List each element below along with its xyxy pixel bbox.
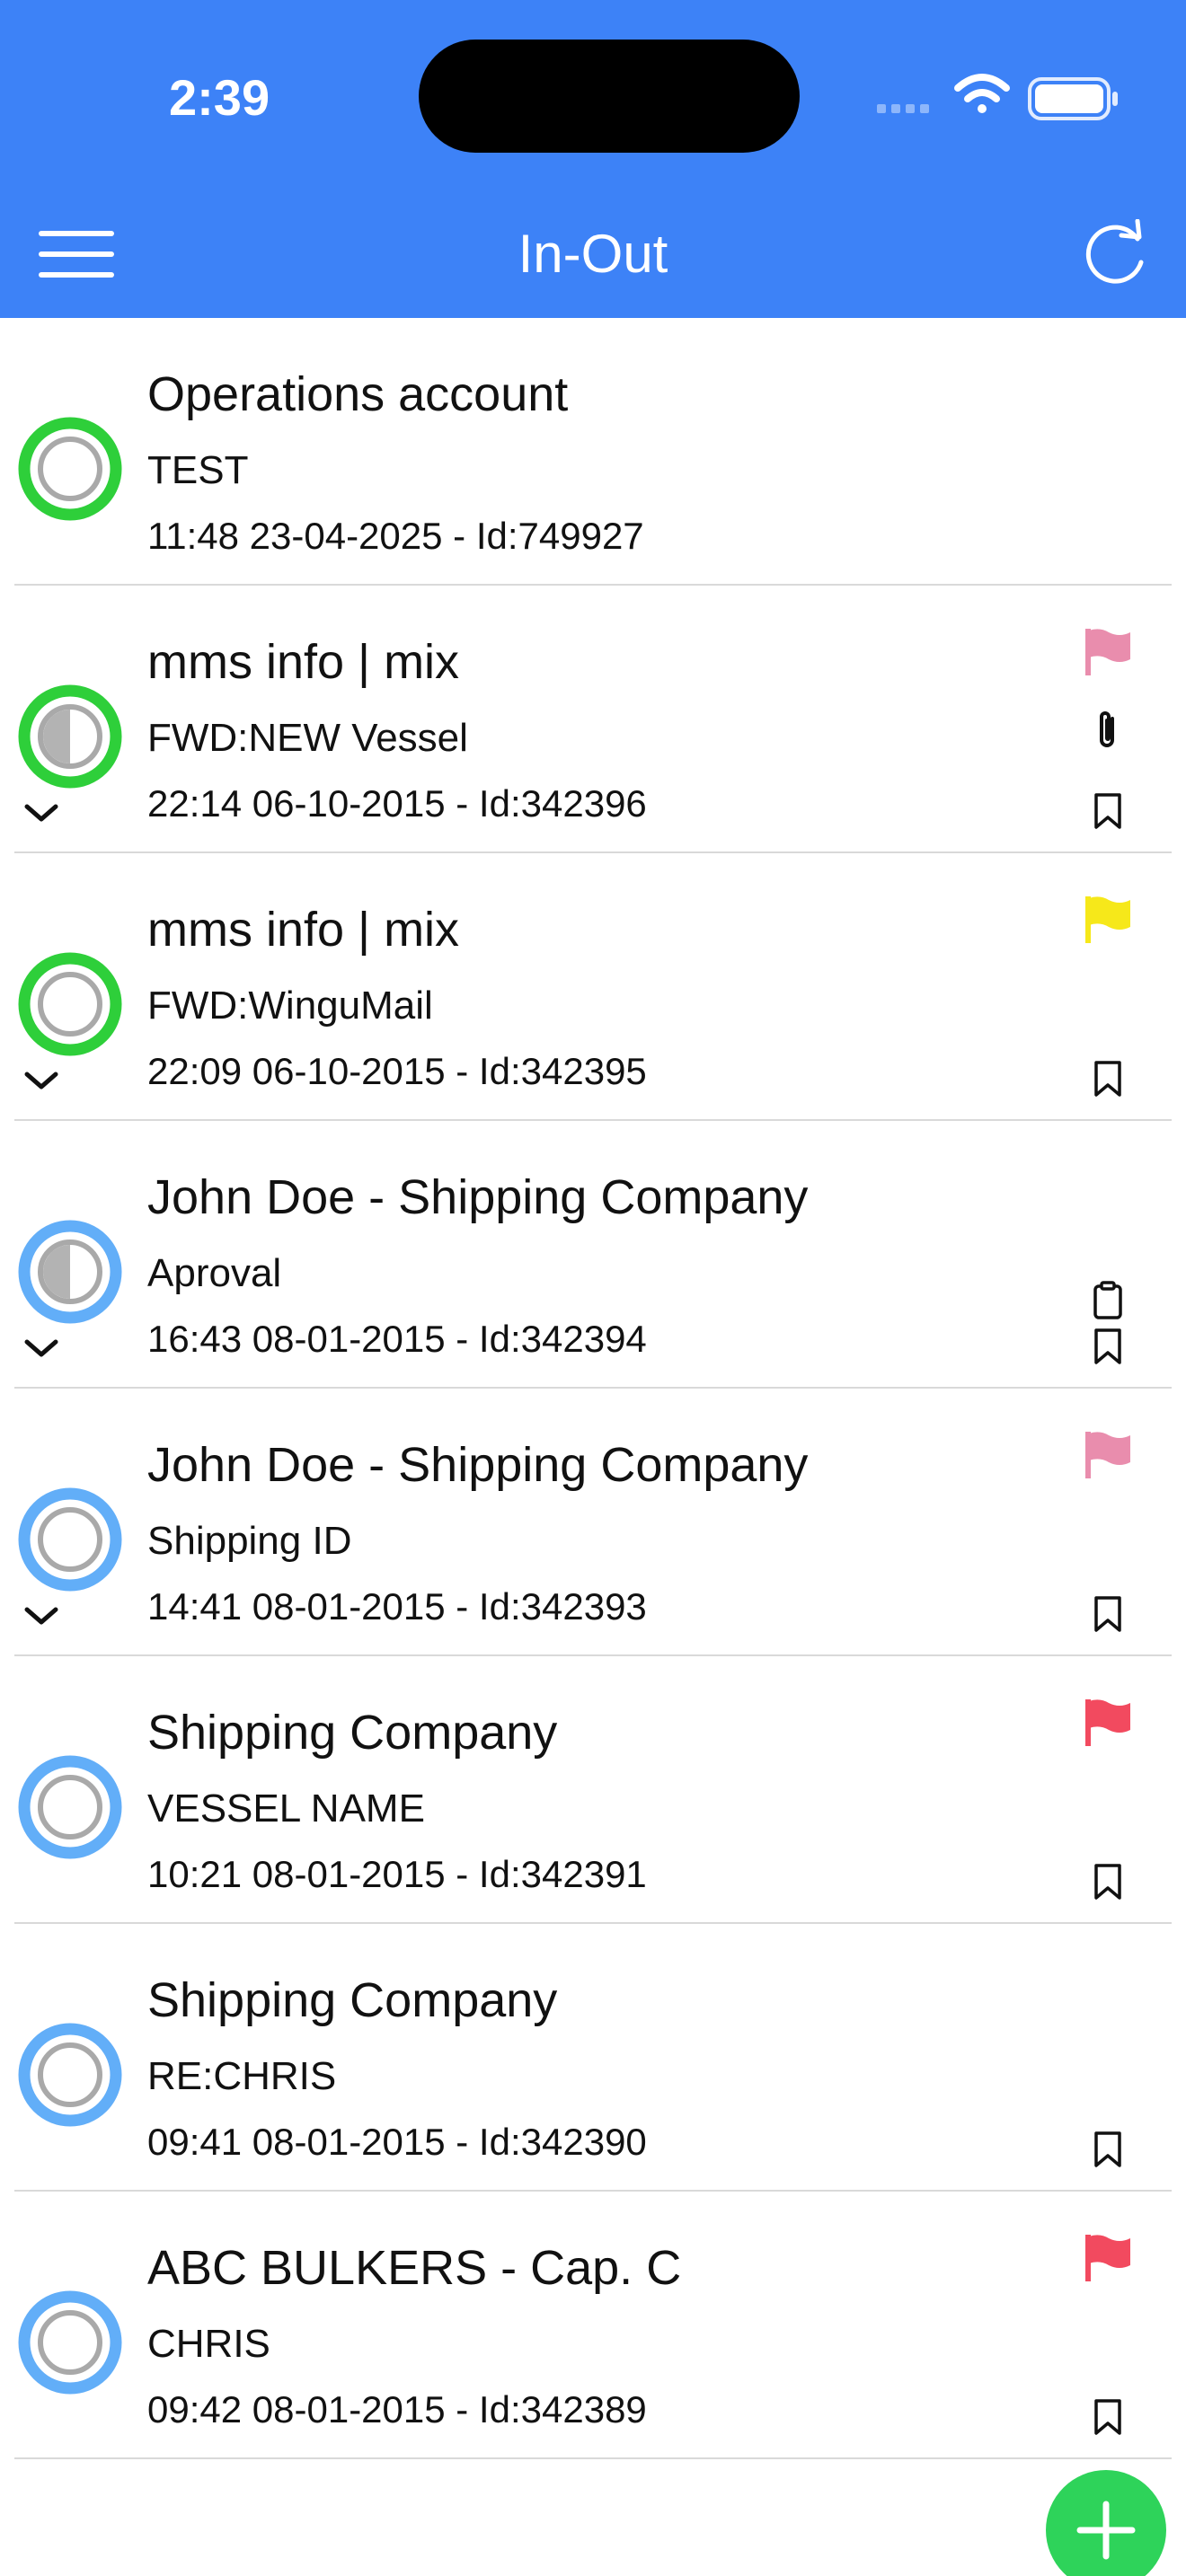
item-title: John Doe - Shipping Company (147, 1170, 809, 1224)
item-title: Operations account (147, 367, 569, 421)
status-ring-icon (18, 2290, 122, 2395)
item-meta: 09:41 08-01-2015 - Id:342390 (147, 2121, 647, 2163)
status-ring-icon (18, 684, 122, 789)
item-meta: 22:14 06-10-2015 - Id:342396 (147, 782, 647, 825)
list-item[interactable]: ABC BULKERS - Cap. C CHRIS 09:42 08-01-201… (0, 2192, 1186, 2459)
status-ring-icon (18, 1487, 122, 1592)
compose-button[interactable] (1046, 2470, 1166, 2576)
plus-icon (1076, 2501, 1136, 2560)
list-item[interactable]: Shipping Company VESSEL NAME 10:21 08-01-2… (0, 1656, 1186, 1924)
refresh-icon (1085, 219, 1144, 284)
bookmark-icon[interactable] (1093, 1328, 1122, 1365)
item-meta: 16:43 08-01-2015 - Id:342394 (147, 1318, 647, 1360)
bookmark-icon[interactable] (1093, 1863, 1122, 1901)
item-meta: 09:42 08-01-2015 - Id:342389 (147, 2388, 647, 2430)
flag-icon[interactable] (1084, 629, 1132, 675)
bookmark-icon[interactable] (1093, 2398, 1122, 2436)
item-title: Shipping Company (147, 1706, 558, 1760)
item-meta: 14:41 08-01-2015 - Id:342393 (147, 1585, 647, 1628)
chevron-down-icon[interactable] (23, 1337, 59, 1360)
item-meta: 10:21 08-01-2015 - Id:342391 (147, 1853, 647, 1895)
item-subject: FWD:NEW Vessel (147, 716, 468, 760)
item-meta: 22:09 06-10-2015 - Id:342395 (147, 1050, 647, 1092)
item-title: ABC BULKERS - Cap. C (147, 2241, 682, 2295)
list-item[interactable]: Shipping Company RE:CHRIS 09:41 08-01-2015… (0, 1924, 1186, 2192)
cellular-signal-icon (877, 104, 929, 113)
paperclip-icon (1100, 711, 1114, 747)
chevron-down-icon[interactable] (23, 1604, 59, 1628)
list-item[interactable]: Operations account TEST 11:48 23-04-2025 -… (0, 318, 1186, 586)
item-subject: Aproval (147, 1251, 282, 1295)
bookmark-icon[interactable] (1093, 1595, 1122, 1633)
item-title: Shipping Company (147, 1973, 558, 2027)
page-title: In-Out (518, 224, 668, 284)
row-divider (14, 2457, 1172, 2459)
list-item[interactable]: mms info | mix FWD:WinguMail 22:09 06-10-2… (0, 853, 1186, 1121)
app-screen: 2:39 In-Out Operations account TEST 11:4… (0, 0, 1186, 2576)
bookmark-icon[interactable] (1093, 2130, 1122, 2168)
chevron-down-icon[interactable] (23, 801, 59, 825)
status-ring-icon (18, 2023, 122, 2127)
flag-icon[interactable] (1084, 896, 1132, 943)
item-title: mms info | mix (147, 635, 460, 689)
item-subject: RE:CHRIS (147, 2054, 337, 2098)
status-ring-icon (18, 1755, 122, 1859)
item-subject: FWD:WinguMail (147, 984, 433, 1028)
nav-header: 2:39 In-Out (0, 0, 1186, 318)
bookmark-icon[interactable] (1093, 1060, 1122, 1098)
flag-icon[interactable] (1084, 1699, 1132, 1746)
flag-icon[interactable] (1084, 2235, 1132, 2281)
wifi-icon (954, 74, 1010, 113)
bookmark-icon[interactable] (1093, 792, 1122, 830)
list-item[interactable]: John Doe - Shipping Company Aproval 16:43 … (0, 1121, 1186, 1389)
status-ring-icon (18, 417, 122, 521)
status-ring-icon (18, 952, 122, 1056)
item-meta: 11:48 23-04-2025 - Id:749927 (147, 515, 644, 557)
list-item[interactable]: John Doe - Shipping Company Shipping ID 14… (0, 1389, 1186, 1656)
item-subject: VESSEL NAME (147, 1786, 425, 1831)
status-icons (877, 74, 1118, 120)
flag-icon[interactable] (1084, 1432, 1132, 1478)
message-list: Operations account TEST 11:48 23-04-2025 -… (0, 318, 1186, 2459)
item-subject: Shipping ID (147, 1519, 352, 1563)
item-subject: TEST (147, 448, 249, 492)
item-subject: CHRIS (147, 2322, 270, 2366)
item-title: mms info | mix (147, 903, 460, 957)
item-title: John Doe - Shipping Company (147, 1438, 809, 1492)
chevron-down-icon[interactable] (23, 1069, 59, 1092)
status-ring-icon (18, 1220, 122, 1324)
battery-icon (1028, 77, 1118, 120)
clipboard-icon (1093, 1281, 1122, 1319)
list-item[interactable]: mms info | mix FWD:NEW Vessel 22:14 06-10-… (0, 586, 1186, 853)
refresh-button[interactable] (1075, 219, 1155, 289)
